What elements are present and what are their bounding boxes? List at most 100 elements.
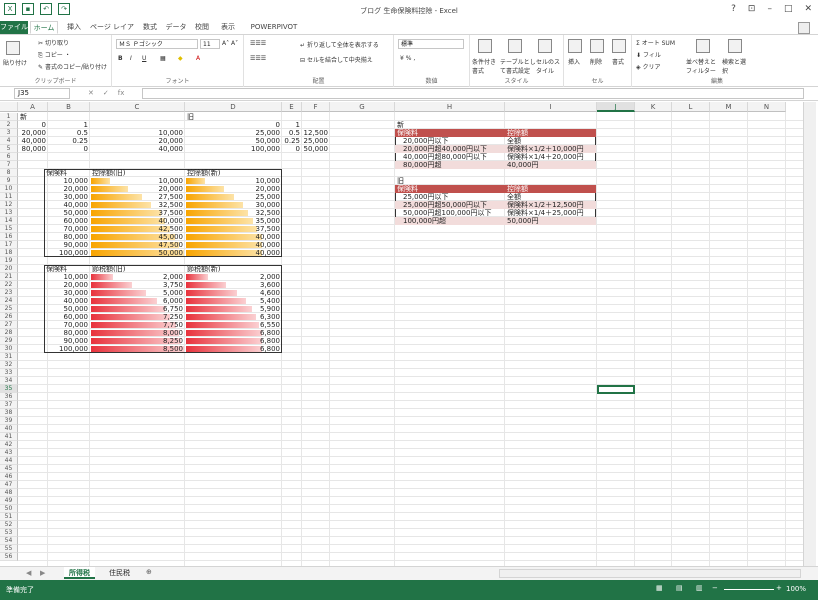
row-header[interactable]: 10 — [0, 185, 18, 193]
sheet-tab-1[interactable]: 住民税 — [104, 567, 135, 579]
italic-button[interactable]: I — [130, 55, 132, 62]
row-header[interactable]: 48 — [0, 489, 18, 497]
tab-6[interactable]: 校閲 — [190, 21, 214, 34]
page-layout-icon[interactable]: ▤ — [676, 584, 683, 592]
row-header[interactable]: 25 — [0, 305, 18, 313]
insert-cells-button[interactable]: 挿入 — [568, 57, 580, 66]
table-format-icon[interactable] — [508, 39, 522, 53]
user-avatar-icon[interactable] — [798, 22, 810, 34]
row-header[interactable]: 38 — [0, 409, 18, 417]
add-sheet-icon[interactable]: ⊕ — [146, 568, 152, 576]
row-header[interactable]: 17 — [0, 241, 18, 249]
row-header[interactable]: 37 — [0, 401, 18, 409]
row-header[interactable]: 26 — [0, 313, 18, 321]
row-header[interactable]: 18 — [0, 249, 18, 257]
font-size-select[interactable]: 11 — [200, 39, 220, 49]
normal-view-icon[interactable]: ▦ — [656, 584, 663, 592]
row-header[interactable]: 28 — [0, 329, 18, 337]
row-header[interactable]: 39 — [0, 417, 18, 425]
tab-7[interactable]: 表示 — [216, 21, 240, 34]
font-name-select[interactable]: ＭＳ Ｐゴシック — [116, 39, 198, 49]
row-header[interactable]: 44 — [0, 457, 18, 465]
row-header[interactable]: 35 — [0, 385, 18, 393]
row-header[interactable]: 1 — [0, 113, 18, 121]
sheet-tab-0[interactable]: 所得税 — [64, 567, 95, 579]
tab-4[interactable]: 数式 — [138, 21, 162, 34]
format-cells-icon[interactable] — [612, 39, 626, 53]
tab-0[interactable]: ファイル — [0, 21, 28, 34]
cut-button[interactable]: ✂ 切り取り — [38, 38, 69, 47]
conditional-format-icon[interactable] — [478, 39, 492, 53]
row-header[interactable]: 56 — [0, 553, 18, 561]
sheet-prev-icon[interactable]: ◀ — [26, 569, 31, 577]
wrap-text-button[interactable]: ↵ 折り返して全体を表示する — [300, 40, 379, 49]
row-header[interactable]: 34 — [0, 377, 18, 385]
row-header[interactable]: 47 — [0, 481, 18, 489]
column-header-L[interactable]: L — [672, 102, 710, 112]
row-header[interactable]: 16 — [0, 233, 18, 241]
column-header-M[interactable]: M — [710, 102, 748, 112]
find-select-button[interactable]: 検索と選択 — [722, 57, 748, 75]
row-header[interactable]: 36 — [0, 393, 18, 401]
font-color-icon[interactable]: A — [196, 55, 200, 62]
fill-color-icon[interactable]: ◆ — [178, 55, 183, 62]
row-header[interactable]: 24 — [0, 297, 18, 305]
row-header[interactable]: 5 — [0, 145, 18, 153]
fx-icon[interactable]: fx — [118, 89, 125, 97]
sheet-next-icon[interactable]: ▶ — [40, 569, 45, 577]
window-control-4[interactable]: ✕ — [804, 4, 812, 14]
row-header[interactable]: 2 — [0, 121, 18, 129]
horizontal-scrollbar[interactable] — [499, 569, 801, 578]
column-header-H[interactable]: H — [395, 102, 505, 112]
table-format-button[interactable]: テーブルとして書式設定 — [500, 57, 536, 75]
row-header[interactable]: 7 — [0, 161, 18, 169]
row-header[interactable]: 33 — [0, 369, 18, 377]
row-header[interactable]: 12 — [0, 201, 18, 209]
row-header[interactable]: 53 — [0, 529, 18, 537]
row-header[interactable]: 11 — [0, 193, 18, 201]
paste-icon[interactable] — [6, 41, 20, 55]
column-header-C[interactable]: C — [90, 102, 185, 112]
row-header[interactable]: 51 — [0, 513, 18, 521]
row-header[interactable]: 41 — [0, 433, 18, 441]
underline-button[interactable]: U — [142, 55, 146, 62]
row-header[interactable]: 49 — [0, 497, 18, 505]
align-left-icon[interactable]: ☰☰☰ — [250, 55, 266, 62]
conditional-format-button[interactable]: 条件付き書式 — [472, 57, 500, 75]
grow-font-icon[interactable]: A˄ A˅ — [222, 40, 238, 47]
row-header[interactable]: 6 — [0, 153, 18, 161]
row-header[interactable]: 3 — [0, 129, 18, 137]
fill-button[interactable]: ⬇ フィル — [636, 50, 661, 59]
row-header[interactable]: 50 — [0, 505, 18, 513]
window-control-3[interactable]: □ — [784, 4, 793, 14]
format-painter-button[interactable]: ✎ 書式のコピー/貼り付け — [38, 62, 107, 71]
row-header[interactable]: 29 — [0, 337, 18, 345]
window-control-2[interactable]: – — [767, 4, 772, 14]
row-header[interactable]: 19 — [0, 257, 18, 265]
tab-2[interactable]: 挿入 — [62, 21, 86, 34]
row-header[interactable]: 14 — [0, 217, 18, 225]
window-control-1[interactable]: ⊡ — [748, 4, 756, 14]
cancel-icon[interactable]: ✕ — [88, 89, 94, 97]
window-control-0[interactable]: ? — [731, 4, 736, 14]
clear-button[interactable]: ◈ クリア — [636, 62, 661, 71]
merge-button[interactable]: ⊟ セルを結合して中央揃え — [300, 55, 373, 64]
column-header-A[interactable]: A — [18, 102, 48, 112]
row-header[interactable]: 21 — [0, 273, 18, 281]
row-header[interactable]: 32 — [0, 361, 18, 369]
row-header[interactable]: 8 — [0, 169, 18, 177]
row-header[interactable]: 40 — [0, 425, 18, 433]
column-header-N[interactable]: N — [748, 102, 786, 112]
tab-3[interactable]: ページ レイアウト — [88, 21, 136, 44]
row-header[interactable]: 45 — [0, 465, 18, 473]
selected-cell[interactable] — [597, 385, 635, 394]
tab-1[interactable]: ホーム — [30, 21, 58, 34]
column-header-J[interactable]: J — [597, 102, 635, 112]
column-header-I[interactable]: I — [505, 102, 597, 112]
column-header-B[interactable]: B — [48, 102, 90, 112]
currency-icon[interactable]: ¥ % , — [400, 55, 415, 62]
autosum-button[interactable]: Σ オート SUM — [636, 38, 675, 47]
delete-cells-button[interactable]: 削除 — [590, 57, 602, 66]
number-format-select[interactable]: 標準 — [398, 39, 464, 49]
tab-5[interactable]: データ — [164, 21, 188, 34]
